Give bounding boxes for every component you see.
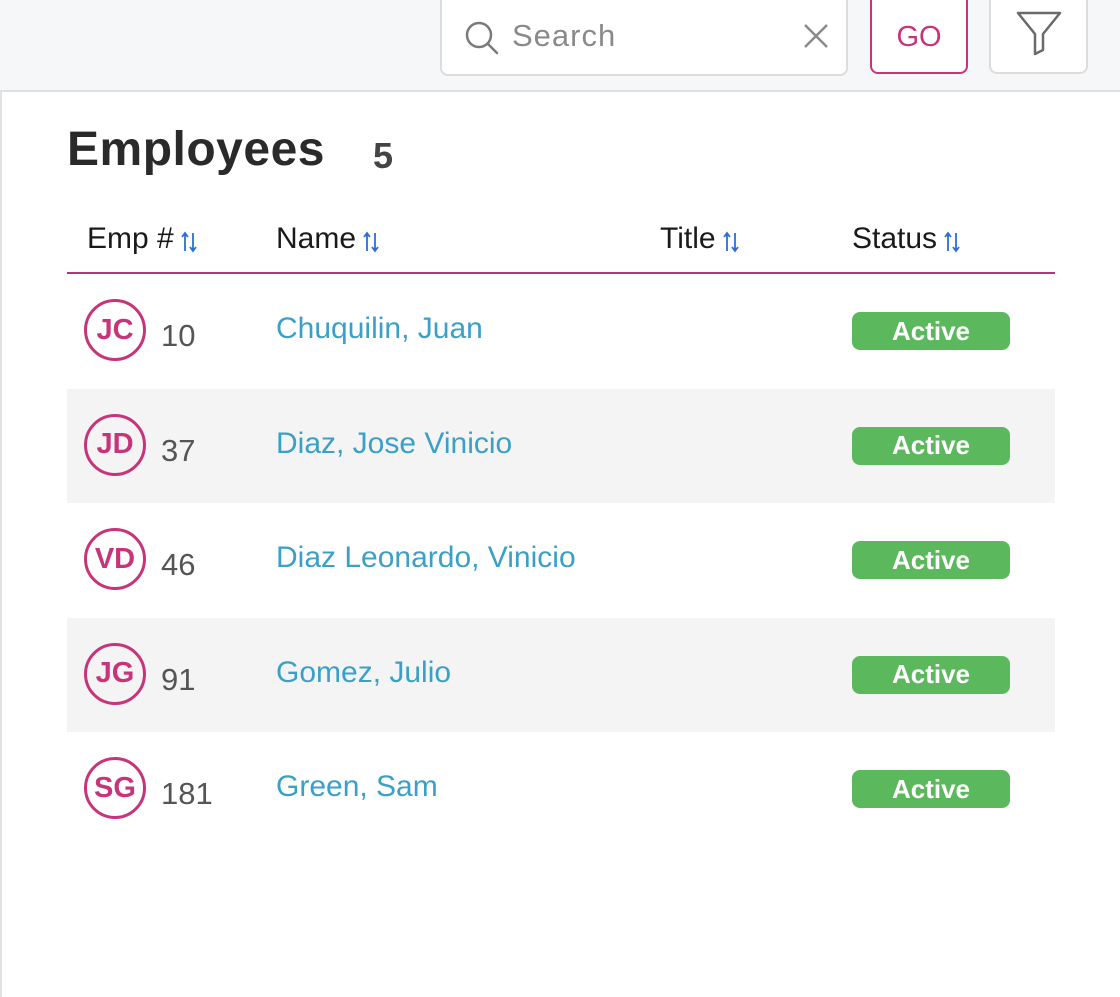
table-row[interactable]: JD 37 Diaz, Jose Vinicio Active [67, 388, 1055, 503]
status-badge: Active [852, 426, 1010, 465]
employee-name-link[interactable]: Chuquilin, Juan [276, 312, 483, 346]
column-header-name[interactable]: Name [276, 222, 380, 256]
column-label: Status [852, 222, 938, 255]
sort-icon [180, 231, 197, 253]
table-row[interactable]: JG 91 Gomez, Julio Active [67, 617, 1055, 732]
table-header: Emp # Name Title Status [67, 210, 1055, 274]
column-header-title[interactable]: Title [660, 222, 740, 256]
filter-button[interactable] [989, 0, 1088, 74]
top-toolbar: GO [0, 0, 1120, 92]
sort-icon [363, 231, 379, 253]
search-input[interactable] [512, 14, 782, 58]
column-label: Title [660, 222, 716, 255]
emp-number: 46 [161, 547, 196, 582]
employee-name-link[interactable]: Diaz, Jose Vinicio [276, 427, 512, 461]
emp-number: 37 [161, 432, 196, 468]
employees-table: Emp # Name Title Status JC 10 Chuquilin,… [67, 210, 1055, 847]
avatar: SG [84, 757, 146, 819]
avatar: JG [84, 642, 146, 705]
table-row[interactable]: SG 181 Green, Sam Active [67, 732, 1055, 847]
column-label: Emp # [87, 222, 174, 255]
search-icon [465, 21, 499, 55]
clear-icon[interactable] [798, 18, 834, 54]
sort-icon [722, 231, 739, 253]
emp-number: 10 [161, 318, 196, 353]
column-header-status[interactable]: Status [852, 222, 961, 256]
go-button[interactable]: GO [870, 0, 968, 74]
table-row[interactable]: JC 10 Chuquilin, Juan Active [67, 274, 1055, 389]
column-header-emp-num[interactable]: Emp # [87, 222, 198, 256]
filter-icon [1016, 11, 1062, 56]
emp-number: 91 [161, 661, 196, 697]
employee-name-link[interactable]: Gomez, Julio [276, 656, 451, 690]
status-badge: Active [852, 541, 1010, 579]
page-title: Employees [67, 123, 325, 176]
sort-icon [944, 231, 960, 253]
table-row[interactable]: VD 46 Diaz Leonardo, Vinicio Active [67, 503, 1055, 618]
avatar: VD [84, 528, 146, 590]
status-badge: Active [852, 770, 1010, 808]
search-box[interactable] [440, 0, 848, 76]
status-badge: Active [852, 655, 1010, 694]
record-count: 5 [373, 135, 394, 176]
employee-name-link[interactable]: Diaz Leonardo, Vinicio [276, 541, 576, 575]
column-label: Name [276, 222, 357, 255]
avatar: JC [84, 299, 146, 361]
status-badge: Active [852, 312, 1010, 350]
emp-number: 181 [161, 776, 213, 811]
avatar: JD [84, 413, 146, 476]
employee-name-link[interactable]: Green, Sam [276, 770, 438, 804]
